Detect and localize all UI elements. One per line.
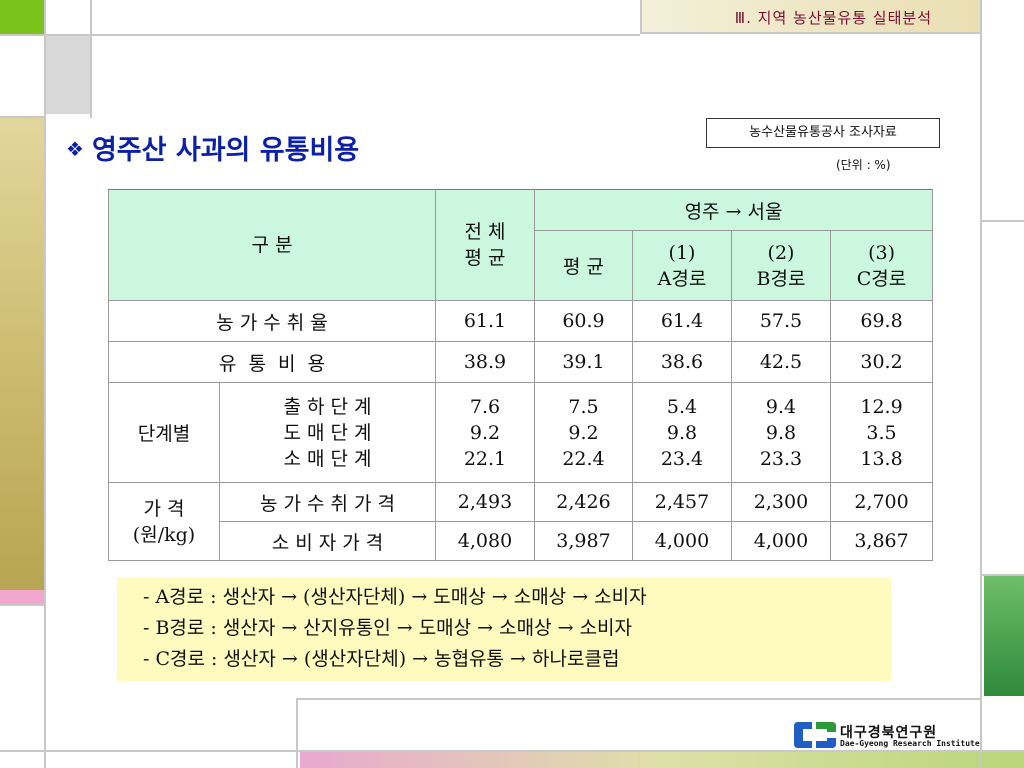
table-cell: 12.9 3.5 13.8 (829, 382, 934, 483)
institute-logo: 대구경북연구원 Dae-Gyeong Research Institute (794, 722, 980, 752)
table-cell: 38.9 (435, 341, 535, 383)
row-label-consumer-price: 소 비 자 가 격 (219, 521, 436, 561)
deco-gray-square (46, 36, 90, 114)
route-note-b: - B경로 : 생산자 → 산지유통인 → 도매상 → 소매상 → 소비자 (143, 617, 633, 639)
header-route-average: 평 균 (534, 230, 633, 301)
frame-line (0, 116, 46, 118)
table-cell: 7.5 9.2 22.4 (534, 382, 633, 483)
table-cell: 60.9 (534, 300, 633, 342)
slide-title-text: 영주산 사과의 유통비용 (91, 135, 360, 166)
table-cell: 39.1 (534, 341, 633, 383)
table-cell: 2,700 (829, 482, 934, 522)
row-label-farm-price: 농 가 수 취 가 격 (219, 482, 436, 522)
header-route-c: (3) C경로 (829, 230, 934, 301)
frame-line (980, 0, 982, 768)
source-note: 농수산물유통공사 조사자료 (706, 118, 940, 148)
route-notes: - A경로 : 생산자 → (생산자단체) → 도매상 → 소매상 → 소비자 … (117, 577, 891, 681)
header-route-a: (1) A경로 (632, 230, 732, 301)
table-cell: 9.4 9.8 23.3 (731, 382, 831, 483)
table-cell: 2,300 (731, 482, 831, 522)
table-row: 가 격 (원/kg) 농 가 수 취 가 격 2,493 2,426 2,457… (108, 482, 934, 561)
header-category: 구 분 (108, 189, 436, 301)
table-cell: 61.1 (435, 300, 535, 342)
table-cell: 2,493 (435, 482, 535, 522)
table-cell: 61.4 (632, 300, 732, 342)
table-cell: 42.5 (731, 341, 831, 383)
table-row: 농 가 수 취 율 61.1 60.9 61.4 57.5 69.8 (108, 300, 934, 342)
header-total-average: 전 체 평 균 (435, 189, 535, 301)
route-note-c: - C경로 : 생산자 → (생산자단체) → 농협유통 → 하나로클럽 (143, 648, 620, 670)
unit-note: (단위 : %) (836, 158, 891, 172)
frame-line (982, 220, 1024, 222)
table-cell: 57.5 (731, 300, 831, 342)
table-cell: 3,987 (534, 521, 633, 561)
frame-line (982, 574, 1024, 576)
slide-title: ❖ 영주산 사과의 유통비용 (66, 128, 359, 167)
row-label-distribution-cost: 유 통 비 용 (108, 341, 436, 383)
table-row: 단계별 출 하 단 계 도 매 단 계 소 매 단 계 7.6 9.2 22.1… (108, 382, 934, 483)
table-cell: 7.6 9.2 22.1 (435, 382, 535, 483)
table-cell: 4,000 (731, 521, 831, 561)
table-cell: 30.2 (829, 341, 934, 383)
frame-line (90, 0, 92, 118)
deco-pink-strip-left (0, 590, 44, 604)
frame-line (0, 34, 640, 36)
institute-logo-icon (794, 722, 836, 748)
frame-line (0, 604, 44, 606)
table-cell: 2,426 (534, 482, 633, 522)
frame-line (296, 698, 298, 768)
header-route-group: 영주 → 서울 (533, 189, 934, 231)
table-row: 소 비 자 가 격 4,080 3,987 4,000 4,000 3,867 (109, 521, 934, 561)
section-header: Ⅲ. 지역 농산물유통 실태분석 (640, 0, 980, 34)
row-group-label-stage: 단계별 (108, 382, 220, 483)
route-note-a: - A경로 : 생산자 → (생산자단체) → 도매상 → 소매상 → 소비자 (143, 586, 647, 608)
deco-darkgreen-strip (984, 574, 1024, 696)
distribution-cost-table: 구 분 전 체 평 균 영주 → 서울 평 균 (1) A경로 (2) B경로 … (108, 189, 934, 561)
table-cell: 5.4 9.8 23.4 (632, 382, 732, 483)
frame-line (296, 698, 982, 700)
table-cell: 69.8 (829, 300, 934, 342)
table-cell: 2,457 (632, 482, 732, 522)
row-group-label-price: 가 격 (원/kg) (108, 482, 220, 561)
deco-green-square (0, 0, 44, 34)
row-label-farm-share: 농 가 수 취 율 (108, 300, 436, 342)
row-sub-labels-stage: 출 하 단 계 도 매 단 계 소 매 단 계 (219, 382, 436, 483)
table-cell: 38.6 (632, 341, 732, 383)
table-cell: 4,080 (435, 521, 535, 561)
table-cell: 3,867 (829, 521, 934, 561)
section-title: Ⅲ. 지역 농산물유통 실태분석 (734, 9, 932, 27)
institute-name-en: Dae-Gyeong Research Institute (840, 739, 980, 748)
table-row: 유 통 비 용 38.9 39.1 38.6 42.5 30.2 (108, 341, 934, 383)
deco-gradient-bottom (300, 752, 1024, 768)
table-cell: 4,000 (632, 521, 732, 561)
header-route-b: (2) B경로 (731, 230, 831, 301)
diamond-bullet-icon: ❖ (66, 137, 84, 161)
deco-olive-strip (0, 118, 44, 590)
